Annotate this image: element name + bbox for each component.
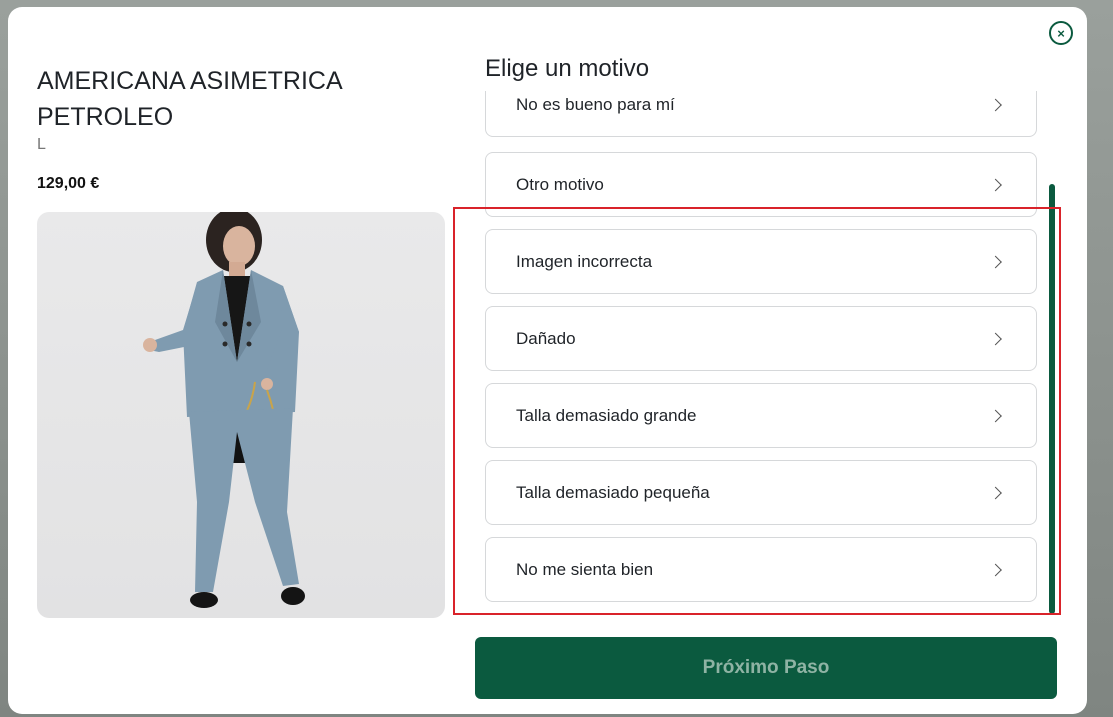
product-size: L — [37, 136, 46, 153]
chevron-right-icon — [989, 409, 1002, 422]
product-price: 129,00 € — [37, 175, 100, 192]
reason-label: No es bueno para mí — [516, 94, 675, 114]
product-image — [37, 212, 445, 618]
reasons-heading: Elige un motivo — [485, 55, 650, 82]
chevron-right-icon — [989, 563, 1002, 576]
reason-label: Otro motivo — [516, 174, 604, 194]
reason-item-wrong-image[interactable]: Imagen incorrecta — [485, 229, 1037, 294]
next-step-button[interactable]: Próximo Paso — [475, 637, 1057, 699]
chevron-right-icon — [989, 255, 1002, 268]
chevron-right-icon — [989, 178, 1002, 191]
reason-item-size-too-big[interactable]: Talla demasiado grande — [485, 383, 1037, 448]
reason-label: Imagen incorrecta — [516, 251, 653, 271]
close-icon[interactable]: × — [1049, 21, 1073, 45]
reason-item-damaged[interactable]: Dañado — [485, 306, 1037, 371]
reason-label: Talla demasiado grande — [516, 405, 697, 425]
model-in-suit-illustration — [143, 212, 305, 608]
reason-label: Dañado — [516, 328, 576, 348]
reason-item-not-good-for-me[interactable]: No es bueno para mí — [485, 91, 1037, 137]
chevron-right-icon — [989, 98, 1002, 111]
chevron-right-icon — [989, 486, 1002, 499]
reason-label: Talla demasiado pequeña — [516, 482, 710, 502]
return-reason-modal: × AMERICANA ASIMETRICA PETROLEO L 129,00… — [8, 7, 1087, 714]
reason-list[interactable]: No es bueno para mí Otro motivo Imagen i… — [485, 91, 1039, 609]
reason-label: No me sienta bien — [516, 559, 654, 579]
product-title: AMERICANA ASIMETRICA PETROLEO — [37, 67, 342, 131]
chevron-right-icon — [989, 332, 1002, 345]
reason-list-scrollbar[interactable] — [1049, 184, 1055, 614]
reason-item-other[interactable]: Otro motivo — [485, 152, 1037, 217]
reason-item-size-too-small[interactable]: Talla demasiado pequeña — [485, 460, 1037, 525]
reason-item-does-not-fit[interactable]: No me sienta bien — [485, 537, 1037, 602]
